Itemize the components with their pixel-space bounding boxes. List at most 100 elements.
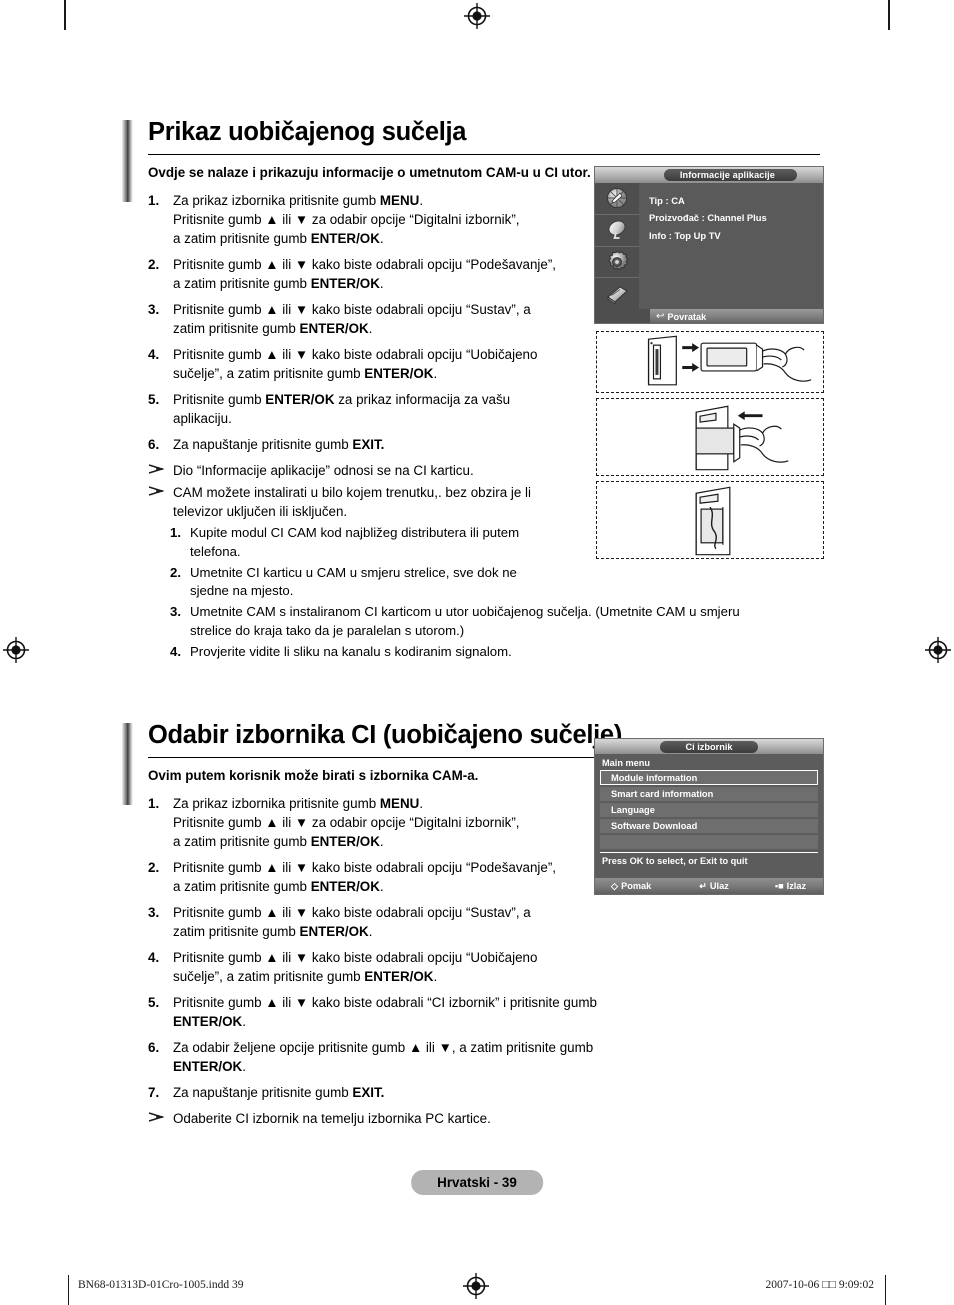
footer-filename: BN68-01313D-01Cro-1005.indd 39: [78, 1279, 244, 1291]
osd-app-icon-column: [595, 183, 639, 309]
step-text: Za prikaz izbornika pritisnite gumb MENU…: [173, 795, 520, 849]
move-diamond-icon: ◇: [611, 880, 619, 891]
step-number: 2.: [148, 859, 160, 875]
osd-app-titlebar: Informacije aplikacije: [595, 167, 823, 183]
step-item: 3. Pritisnite gumb ▲ ili ▼ kako biste oda…: [148, 903, 598, 941]
sub-step-item: 3. Umetnite CAM s instaliranom CI kartico…: [170, 603, 820, 640]
sub-step-text: Kupite modul CI CAM kod najbližeg distri…: [190, 525, 520, 559]
osd-ci-menu: Ci izbornik Main menu Module information…: [594, 738, 824, 895]
osd-ci-footer-enter-label: Ulaz: [709, 881, 729, 891]
osd-app-info-lines: Tip : CA Proizvođač : Channel Plus Info …: [639, 183, 823, 309]
illustration-cam-seated: [596, 481, 824, 559]
step-text: Pritisnite gumb ▲ ili ▼ kako biste odabr…: [173, 995, 597, 1030]
section1-lead: Ovdje se nalaze i prikazuju informacije …: [148, 164, 591, 180]
osd-app-footer: ↩ Povratak: [595, 309, 823, 323]
step-item: 5. Pritisnite gumb ▲ ili ▼ kako biste oda…: [148, 993, 598, 1031]
illustration-cam-card-insert: [596, 331, 824, 393]
step-item: 7. Za napuštanje pritisnite gumb EXIT.: [148, 1083, 598, 1102]
step-number: 6.: [148, 436, 160, 452]
osd-ci-item-label: Module information: [611, 772, 698, 783]
step-text: Za prikaz izbornika pritisnite gumb MENU…: [173, 192, 520, 246]
osd-ci-footer: ◇ Pomak ↵ Ulaz ▪■ Izlaz: [595, 878, 823, 894]
step-item: 6. Za napuštanje pritisnite gumb EXIT.: [148, 435, 598, 454]
note-text: CAM možete instalirati u bilo kojem tren…: [173, 485, 531, 520]
step-text: Pritisnite gumb ▲ ili ▼ kako biste odabr…: [173, 346, 538, 381]
osd-ci-footer-exit[interactable]: ▪■ Izlaz: [775, 881, 806, 891]
osd-ci-hint: Press OK to select, or Exit to quit: [600, 852, 818, 866]
osd-app-back-label[interactable]: Povratak: [667, 312, 706, 322]
step-text: Za napuštanje pritisnite gumb EXIT.: [173, 436, 385, 452]
osd-ci-footer-exit-label: Izlaz: [786, 881, 807, 891]
exit-icon: ▪■: [774, 881, 784, 891]
satellite-dish-icon[interactable]: [595, 215, 639, 247]
sub-step-text: Umetnite CAM s instaliranom CI karticom …: [190, 604, 740, 638]
osd-ci-main-menu-label: Main menu: [602, 758, 650, 768]
section1-step-list: 1. Za prikaz izbornika pritisnite gumb ME…: [148, 191, 598, 454]
antenna-icon[interactable]: [595, 183, 639, 215]
step-number: 6.: [148, 1040, 160, 1056]
osd-ci-item-language[interactable]: Language: [600, 803, 818, 817]
section2-note-list: Odaberite CI izbornik na temelju izborni…: [148, 1109, 598, 1128]
section2-step-list: 1. Za prikaz izbornika pritisnite gumb ME…: [148, 794, 598, 1102]
section2-body: Ovim putem korisnik može birati s izborn…: [148, 758, 598, 1129]
step-text: Pritisnite gumb ENTER/OK za prikaz infor…: [173, 391, 511, 426]
heading-accent-bar-2: [122, 723, 133, 806]
section1-body: Ovdje se nalaze i prikazuju informacije …: [148, 155, 598, 522]
crop-mark-top-left: [64, 0, 66, 30]
step-text: Pritisnite gumb ▲ ili ▼ kako biste odabr…: [173, 256, 557, 291]
illustration-cam-into-slot: [596, 398, 824, 476]
osd-app-body: Tip : CA Proizvođač : Channel Plus Info …: [595, 183, 823, 309]
osd-ci-item-smart-card-information[interactable]: Smart card information: [600, 787, 818, 801]
osd-ci-footer-move-label: Pomak: [621, 881, 652, 891]
step-item: 2. Pritisnite gumb ▲ ili ▼ kako biste oda…: [148, 858, 598, 896]
osd-ci-item-empty[interactable]: [600, 835, 818, 849]
osd-application-information: Informacije aplikacije Tip: CA Proizvođ…: [594, 166, 824, 324]
crop-mark-top-right: [888, 0, 890, 30]
step-item: 2. Pritisnite gumb ▲ ili ▼ kako biste oda…: [148, 255, 598, 293]
footer-timestamp: 2007-10-06 □□ 9:09:02: [765, 1279, 874, 1291]
osd-ci-item-module-information[interactable]: Module information: [600, 770, 818, 785]
section1-heading: Prikaz uobičajenog sučelja: [148, 118, 820, 155]
osd-app-line-info: Info : Top Up TV: [649, 229, 721, 241]
osd-ci-item-label: Smart card information: [611, 789, 714, 799]
osd-ci-footer-move[interactable]: ◇ Pomak: [611, 881, 651, 892]
osd-ci-body: Main menu Module information Smart card …: [595, 754, 823, 878]
heading-accent-bar: [122, 120, 133, 202]
osd-ci-item-software-download[interactable]: Software Download: [600, 819, 818, 833]
step-text: Pritisnite gumb ▲ ili ▼ kako biste odabr…: [173, 905, 531, 940]
step-text: Pritisnite gumb ▲ ili ▼ kako biste odabr…: [173, 301, 531, 336]
step-text: Za odabir željene opcije pritisnite gumb…: [173, 1040, 594, 1075]
step-item: 1. Za prikaz izbornika pritisnite gumb ME…: [148, 794, 598, 851]
osd-ci-titlebar: Ci izbornik: [595, 739, 823, 754]
step-number: 5.: [148, 391, 160, 407]
osd-ci-item-label: Language: [611, 805, 655, 815]
sub-step-number: 1.: [170, 525, 181, 541]
step-item: 4. Pritisnite gumb ▲ ili ▼ kako biste oda…: [148, 345, 598, 383]
sub-step-text: Provjerite vidite li sliku na kanalu s k…: [190, 643, 512, 659]
step-text: Pritisnite gumb ▲ ili ▼ kako biste odabr…: [173, 950, 538, 985]
sub-step-item: 4. Provjerite vidite li sliku na kanalu s…: [170, 643, 820, 662]
ci-module-icon[interactable]: [595, 278, 639, 309]
step-number: 1.: [148, 795, 160, 811]
section2-lead: Ovim putem korisnik može birati s izborn…: [148, 767, 479, 783]
setup-gear-icon[interactable]: [595, 247, 639, 279]
step-number: 3.: [148, 905, 160, 921]
step-item: 3. Pritisnite gumb ▲ ili ▼ kako biste oda…: [148, 300, 598, 338]
registration-target-left: [3, 637, 29, 663]
step-number: 3.: [148, 301, 160, 317]
sub-step-text: Umetnite CI karticu u CAM u smjeru strel…: [190, 564, 517, 599]
step-number: 2.: [148, 256, 160, 272]
osd-ci-footer-enter[interactable]: ↵ Ulaz: [699, 881, 729, 892]
step-number: 4.: [148, 346, 160, 362]
step-number: 4.: [148, 950, 160, 966]
registration-target-right: [925, 637, 951, 663]
step-number: 7.: [148, 1085, 160, 1101]
osd-ci-item-label: Software Download: [611, 821, 698, 831]
step-item: 4. Pritisnite gumb ▲ ili ▼ kako biste oda…: [148, 948, 598, 986]
osd-ci-title: Ci izbornik: [659, 740, 759, 753]
sub-step-number: 2.: [170, 564, 181, 580]
note-item: Dio “Informacije aplikacije” odnosi se n…: [148, 461, 598, 480]
step-number: 1.: [148, 192, 160, 208]
sub-step-number: 4.: [170, 643, 181, 659]
step-item: 5. Pritisnite gumb ENTER/OK za prikaz inf…: [148, 390, 598, 428]
